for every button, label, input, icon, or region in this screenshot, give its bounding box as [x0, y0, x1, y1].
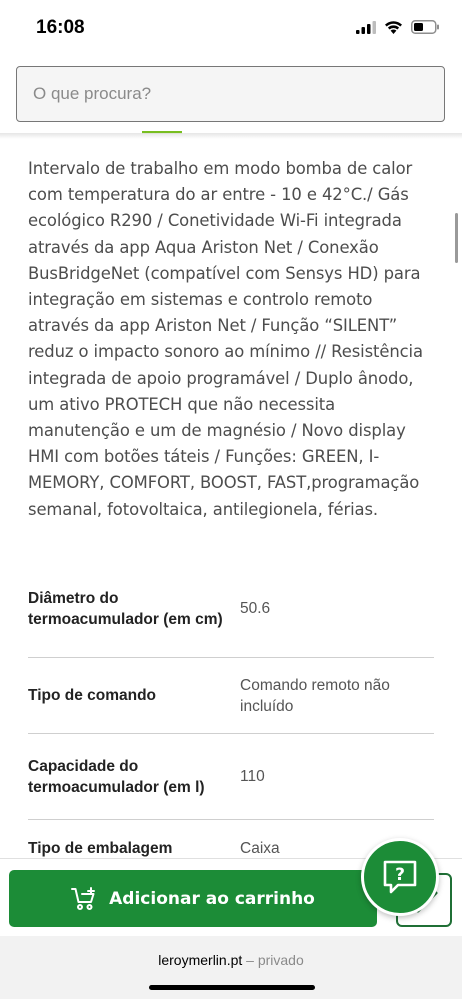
- add-to-cart-button[interactable]: Adicionar ao carrinho: [9, 870, 377, 927]
- status-bar: 16:08: [0, 0, 462, 58]
- browser-url[interactable]: leroymerlin.pt – privado: [0, 952, 462, 968]
- scrollbar[interactable]: [455, 213, 458, 263]
- spec-label: Capacidade do termoacumulador (em l): [28, 757, 205, 796]
- help-chat-button[interactable]: ?: [361, 838, 439, 916]
- battery-icon: [411, 20, 439, 34]
- cellular-signal-icon: [356, 20, 376, 34]
- chat-question-icon: ?: [383, 860, 417, 894]
- search-header: [0, 58, 462, 133]
- search-input[interactable]: [16, 66, 445, 122]
- product-description: Intervalo de trabalho em modo bomba de c…: [28, 159, 423, 519]
- help-glyph: ?: [395, 865, 405, 885]
- spec-value: 110: [240, 768, 265, 785]
- spec-row: Capacidade do termoacumulador (em l) 110: [28, 734, 434, 820]
- header-shadow: [0, 133, 462, 139]
- wifi-icon: [385, 21, 402, 34]
- spec-label: Tipo de embalagem: [28, 840, 173, 857]
- add-to-cart-icon: [71, 886, 96, 910]
- spec-row: Tipo de comando Comando remoto não inclu…: [28, 658, 434, 734]
- spec-label: Tipo de comando: [28, 687, 157, 704]
- browser-private-label: – privado: [242, 952, 304, 968]
- browser-domain: leroymerlin.pt: [158, 952, 243, 968]
- specs-table: Diâmetro do termoacumulador (em cm) 50.6…: [28, 560, 434, 878]
- status-time: 16:08: [36, 17, 85, 38]
- home-indicator[interactable]: [149, 985, 315, 990]
- spec-value: 50.6: [240, 600, 271, 617]
- spec-label: Diâmetro do termoacumulador (em cm): [28, 589, 223, 628]
- add-to-cart-label: Adicionar ao carrinho: [109, 888, 315, 909]
- spec-row: Diâmetro do termoacumulador (em cm) 50.6: [28, 560, 434, 658]
- status-icons: [356, 20, 440, 34]
- spec-value: Comando remoto não incluído: [240, 676, 390, 715]
